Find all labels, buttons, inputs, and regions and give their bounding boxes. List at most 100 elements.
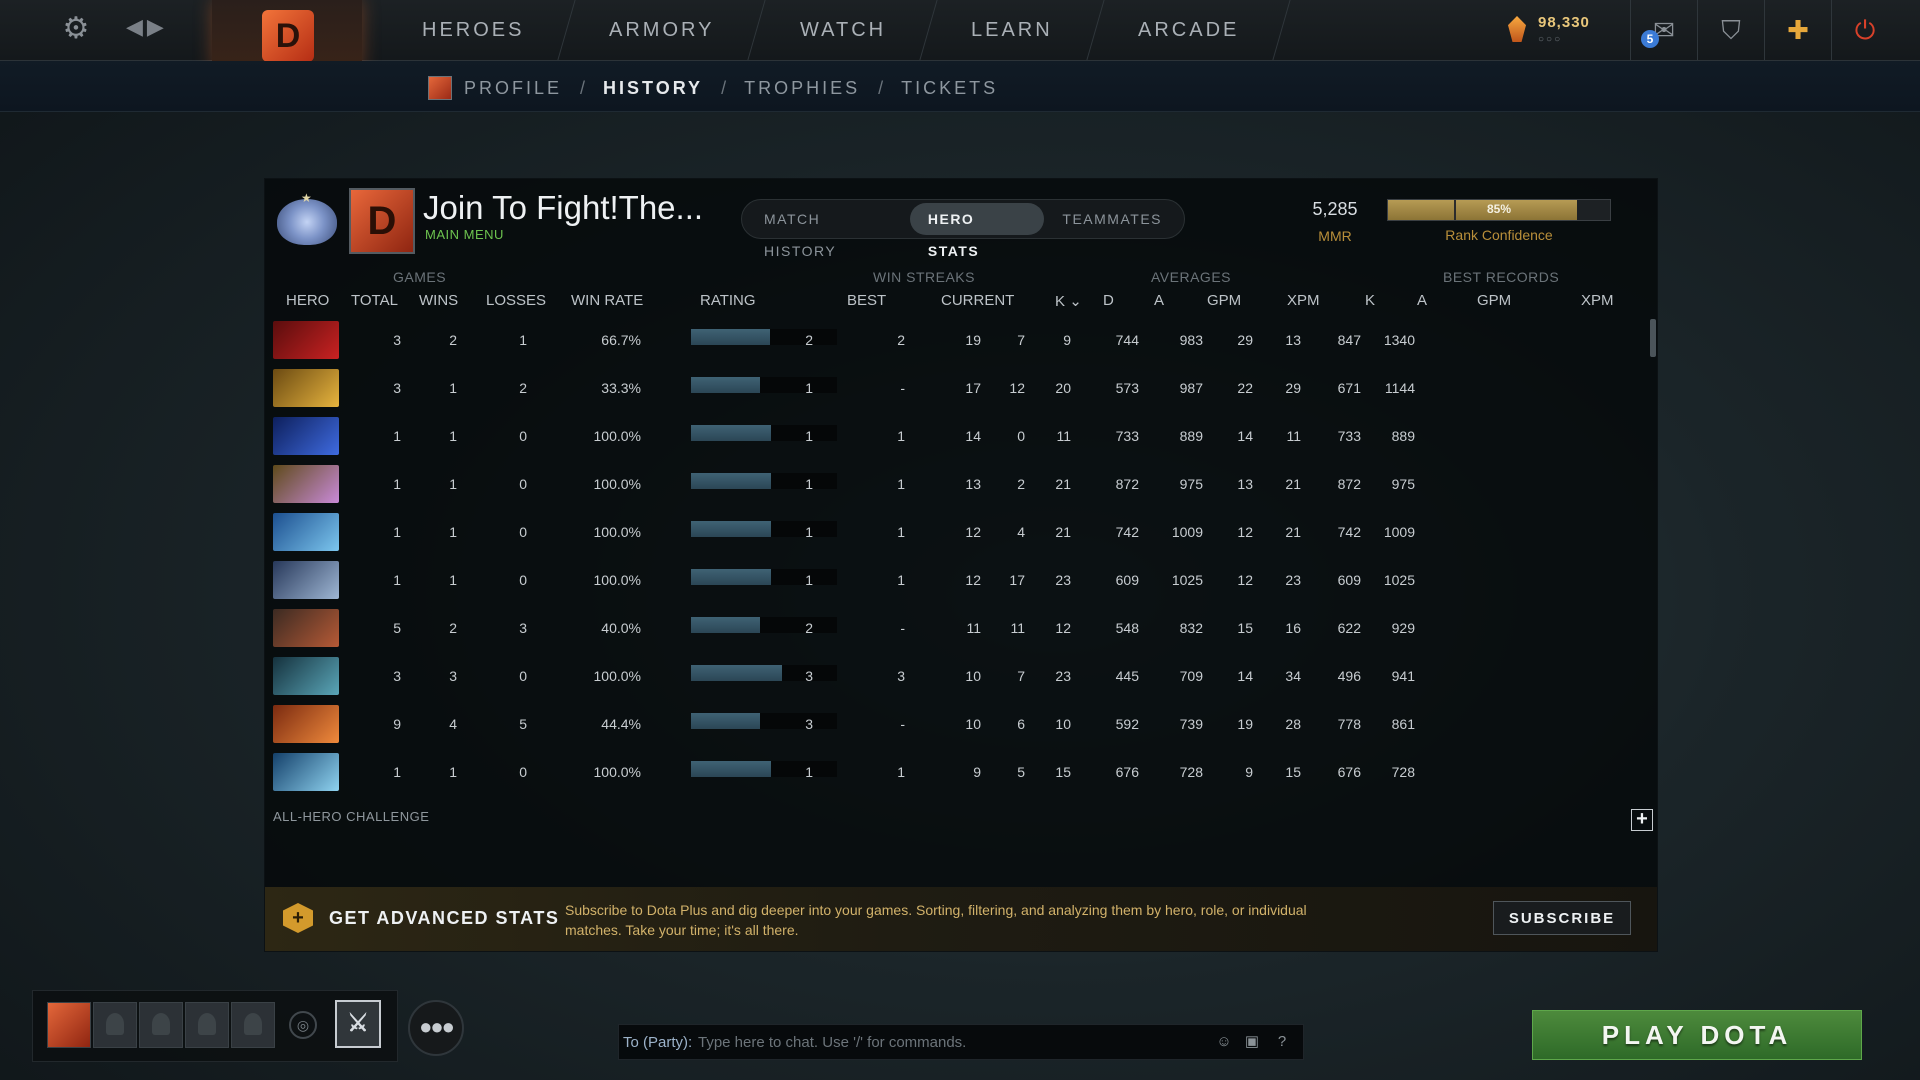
table-row[interactable]: 9 4 5 44.4% 3 - 10 6 10 592 739 19 28 778 861 [265,701,1645,747]
back-arrow-icon[interactable]: ◀ [126,14,147,39]
nav-armory[interactable]: ARMORY [558,0,767,60]
cell-avg-kills: 17 [965,380,981,396]
col-total[interactable]: TOTAL [351,292,398,309]
chat-target[interactable]: To (Party): [623,1034,692,1051]
chat-bar[interactable]: To (Party): Type here to chat. Use '/' f… [618,1024,1304,1060]
table-row[interactable]: 1 1 0 100.0% 1 1 13 2 21 872 975 13 21 872 975 [265,461,1645,507]
col-losses[interactable]: LOSSES [486,292,546,309]
cell-total: 5 [393,620,401,636]
table-row[interactable]: 1 1 0 100.0% 1 1 9 5 15 676 728 9 15 676 728 [265,749,1645,795]
emoji-icon[interactable]: ☺ [1213,1031,1235,1053]
party-slot-empty[interactable] [139,1002,183,1048]
rank-medal-icon[interactable]: ★ [275,191,337,249]
cell-win-rate: 100.0% [593,572,641,588]
col-rating[interactable]: RATING [700,292,756,309]
cell-avg-assists: 23 [1055,668,1071,684]
chat-wheel-icon[interactable]: ▣ [1241,1031,1263,1053]
power-button[interactable]: ⏻ [1831,0,1898,60]
armory-button[interactable]: ⛉ [1697,0,1764,60]
mail-button[interactable]: ✉ 5 [1630,0,1697,60]
table-row[interactable]: 1 1 0 100.0% 1 1 12 4 21 742 1009 12 21 742 1009 [265,509,1645,555]
cell-best-kills: 14 [1237,428,1253,444]
nav-heroes[interactable]: HEROES [371,0,577,60]
hero-portrait[interactable] [273,609,339,647]
cell-current-streak: - [900,380,905,396]
cell-losses: 2 [519,380,527,396]
chat-input[interactable]: Type here to chat. Use '/' for commands. [698,1034,966,1051]
hero-portrait[interactable] [273,321,339,359]
col-best-kills[interactable]: K [1365,292,1375,309]
tab-hero-stats[interactable]: HERO STATS [909,203,1045,259]
col-best-xpm[interactable]: XPM [1581,292,1614,309]
col-avg-kills[interactable]: K ⌄ [1055,292,1082,310]
hero-portrait[interactable] [273,753,339,791]
nav-arcade[interactable]: ARCADE [1087,0,1291,60]
hero-portrait[interactable] [273,417,339,455]
player-name: Join To Fight!The... [423,189,704,226]
subscribe-button[interactable]: SUBSCRIBE [1493,901,1631,935]
col-avg-gpm[interactable]: GPM [1207,292,1241,309]
tab-teammates[interactable]: TEAMMATES [1044,203,1180,235]
nav-learn[interactable]: LEARN [920,0,1105,60]
scrollbar[interactable] [1650,319,1656,357]
cell-best-streak: 2 [805,332,813,348]
help-icon[interactable]: ? [1271,1031,1293,1053]
all-hero-challenge-link[interactable]: ALL-HERO CHALLENGE [273,809,429,824]
table-row[interactable]: 3 2 1 66.7% 2 2 19 7 9 744 983 29 13 847 1340 [265,317,1645,363]
col-avg-assists[interactable]: A [1154,292,1164,309]
player-avatar[interactable]: D [349,188,415,254]
col-wins[interactable]: WINS [419,292,458,309]
forward-arrow-icon[interactable]: ▶ [147,14,168,39]
cell-win-rate: 100.0% [593,524,641,540]
hero-portrait[interactable] [273,657,339,695]
rating-bar [691,761,837,777]
hero-portrait[interactable] [273,465,339,503]
col-avg-deaths[interactable]: D [1103,292,1114,309]
play-dota-button[interactable]: PLAY DOTA [1532,1010,1862,1060]
party-slot-empty[interactable] [93,1002,137,1048]
table-row[interactable]: 3 1 2 33.3% 1-17 12 20 573 987 22 29 671 1144 [265,365,1645,411]
expand-plus-icon[interactable]: + [1631,809,1653,831]
nav-watch[interactable]: WATCH [749,0,938,60]
col-hero[interactable]: HERO [286,292,329,309]
hero-portrait[interactable] [273,705,339,743]
cell-wins: 2 [449,332,457,348]
headset-icon[interactable]: ◎ [289,1011,317,1039]
cell-avg-assists: 12 [1055,620,1071,636]
tab-match-history[interactable]: MATCH HISTORY [746,203,910,259]
table-row[interactable]: 1 1 0 100.0% 1 1 12 17 23 609 1025 12 23 609 1025 [265,557,1645,603]
subnav-profile[interactable]: PROFILE [464,78,562,99]
col-avg-xpm[interactable]: XPM [1287,292,1320,309]
subnav-history[interactable]: HISTORY [603,78,703,99]
hero-portrait[interactable] [273,369,339,407]
nav-arrows[interactable]: ◀▶ [126,14,168,40]
subnav-tickets[interactable]: TICKETS [901,78,998,99]
col-win-rate[interactable]: WIN RATE [571,292,643,309]
group-averages: AVERAGES [1151,269,1231,285]
cell-losses: 0 [519,524,527,540]
gear-icon[interactable]: ⚙ [60,13,92,45]
coach-icon[interactable]: ⚔ [335,1000,381,1048]
subnav-trophies[interactable]: TROPHIES [744,78,860,99]
party-slot-empty[interactable] [185,1002,229,1048]
hero-portrait[interactable] [273,513,339,551]
cell-best-assists: 15 [1285,764,1301,780]
cell-best-xpm: 889 [1391,428,1415,444]
table-row[interactable]: 3 3 0 100.0% 3 3 10 7 23 445 709 14 34 496 941 [265,653,1645,699]
cell-best-kills: 22 [1237,380,1253,396]
person-icon [106,1013,124,1035]
col-current-streak[interactable]: CURRENT [941,292,1014,309]
party-slot-self[interactable] [47,1002,91,1048]
friends-button[interactable]: ●●● [408,1000,464,1056]
dota-plus-button[interactable]: ✚ [1764,0,1831,60]
party-slot-empty[interactable] [231,1002,275,1048]
nav-learn-label: LEARN [970,19,1053,41]
col-best-assists[interactable]: A [1417,292,1427,309]
table-row[interactable]: 5 2 3 40.0% 2 - 11 11 12 548 832 15 16 622 929 [265,605,1645,651]
col-best-streak[interactable]: BEST [847,292,886,309]
hero-portrait[interactable] [273,561,339,599]
cell-best-gpm: 778 [1337,716,1361,732]
table-row[interactable]: 1 1 0 100.0% 1 1 14 0 11 733 889 14 11 733 889 [265,413,1645,459]
col-best-gpm[interactable]: GPM [1477,292,1511,309]
cell-avg-deaths: 12 [1009,380,1025,396]
